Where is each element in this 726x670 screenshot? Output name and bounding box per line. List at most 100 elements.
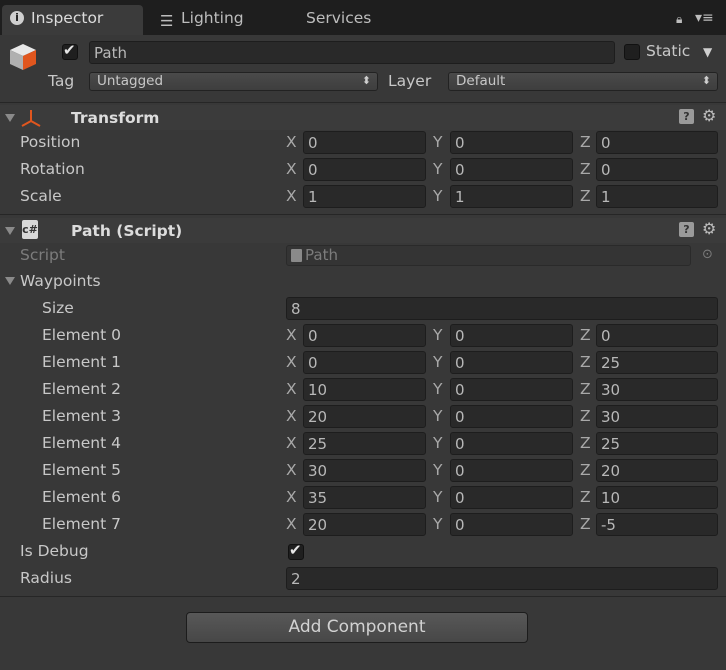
- size-field[interactable]: 8: [286, 297, 718, 320]
- element-x-field[interactable]: 30: [303, 459, 426, 482]
- axis-y-label[interactable]: Y: [433, 405, 442, 427]
- waypoints-label[interactable]: Waypoints: [20, 270, 101, 292]
- axis-x-label[interactable]: X: [286, 158, 297, 180]
- add-component-button[interactable]: Add Component: [186, 612, 528, 643]
- axis-x-label[interactable]: X: [286, 131, 297, 153]
- element-y-field[interactable]: 0: [450, 378, 573, 401]
- element-z-field[interactable]: 30: [596, 378, 718, 401]
- axis-y-label[interactable]: Y: [433, 351, 442, 373]
- checkmark-icon: ✔: [63, 41, 76, 59]
- rotation-label: Rotation: [20, 160, 85, 178]
- waypoints-foldout-arrow-icon[interactable]: [5, 277, 15, 285]
- foldout-arrow-icon[interactable]: [5, 227, 15, 235]
- element-z-field[interactable]: 25: [596, 351, 718, 374]
- element-x-field[interactable]: 35: [303, 486, 426, 509]
- axis-y-label[interactable]: Y: [433, 324, 442, 346]
- axis-y-label[interactable]: Y: [433, 131, 442, 153]
- element-z-field[interactable]: 0: [596, 324, 718, 347]
- element-z-field[interactable]: 20: [596, 459, 718, 482]
- axis-x-label[interactable]: X: [286, 351, 297, 373]
- scale-y-field[interactable]: 1: [450, 185, 573, 208]
- element-x-field[interactable]: 20: [303, 405, 426, 428]
- axis-y-label[interactable]: Y: [433, 185, 442, 207]
- lock-icon[interactable]: 🔒︎: [676, 12, 682, 27]
- axis-x-label[interactable]: X: [286, 324, 297, 346]
- element-label: Element 6: [42, 488, 121, 506]
- axis-y-label[interactable]: Y: [433, 158, 442, 180]
- object-picker-icon[interactable]: ⊙: [702, 247, 713, 262]
- axis-z-label[interactable]: Z: [580, 459, 591, 481]
- transform-header[interactable]: Transform ? ⚙: [0, 105, 726, 130]
- path-script-header[interactable]: c# Path (Script) ? ⚙: [0, 218, 726, 243]
- radius-field[interactable]: 2: [286, 567, 718, 590]
- element-y-field[interactable]: 0: [450, 351, 573, 374]
- static-dropdown-arrow-icon[interactable]: ▼: [703, 45, 712, 59]
- element-x-field[interactable]: 10: [303, 378, 426, 401]
- element-x-field[interactable]: 0: [303, 324, 426, 347]
- gear-icon[interactable]: ⚙: [702, 221, 716, 237]
- element-z-field[interactable]: 25: [596, 432, 718, 455]
- element-x-field[interactable]: 25: [303, 432, 426, 455]
- axis-y-label[interactable]: Y: [433, 378, 442, 400]
- tab-services[interactable]: Services: [295, 5, 405, 35]
- script-asset-icon: [291, 249, 302, 262]
- path-script-title: Path (Script): [71, 222, 183, 240]
- axis-z-label[interactable]: Z: [580, 405, 591, 427]
- dropdown-arrow-icon: ⬍: [701, 74, 711, 87]
- axis-z-label[interactable]: Z: [580, 378, 591, 400]
- tag-dropdown[interactable]: Untagged ⬍: [89, 72, 378, 91]
- static-checkbox[interactable]: [624, 44, 640, 60]
- rotation-z-field[interactable]: 0: [596, 158, 718, 181]
- element-label: Element 0: [42, 326, 121, 344]
- help-icon[interactable]: ?: [679, 222, 694, 237]
- axis-z-label[interactable]: Z: [580, 486, 591, 508]
- axis-z-label[interactable]: Z: [580, 185, 591, 207]
- element-y-field[interactable]: 0: [450, 432, 573, 455]
- axis-x-label[interactable]: X: [286, 513, 297, 535]
- axis-x-label[interactable]: X: [286, 486, 297, 508]
- scale-label: Scale: [20, 187, 62, 205]
- element-x-field[interactable]: 20: [303, 513, 426, 536]
- axis-x-label[interactable]: X: [286, 459, 297, 481]
- tab-lighting[interactable]: ☰ Lighting: [152, 5, 282, 35]
- axis-z-label[interactable]: Z: [580, 324, 591, 346]
- element-y-field[interactable]: 0: [450, 405, 573, 428]
- axis-z-label[interactable]: Z: [580, 432, 591, 454]
- menu-icon[interactable]: ▾≡: [695, 10, 714, 26]
- rotation-x-field[interactable]: 0: [303, 158, 426, 181]
- element-y-field[interactable]: 0: [450, 324, 573, 347]
- axis-x-label[interactable]: X: [286, 405, 297, 427]
- tab-inspector[interactable]: i Inspector: [2, 5, 143, 35]
- rotation-y-field[interactable]: 0: [450, 158, 573, 181]
- element-z-field[interactable]: 10: [596, 486, 718, 509]
- position-z-field[interactable]: 0: [596, 131, 718, 154]
- element-y-field[interactable]: 0: [450, 486, 573, 509]
- axis-z-label[interactable]: Z: [580, 158, 591, 180]
- gear-icon[interactable]: ⚙: [702, 108, 716, 124]
- axis-y-label[interactable]: Y: [433, 459, 442, 481]
- axis-y-label[interactable]: Y: [433, 432, 442, 454]
- position-label: Position: [20, 133, 81, 151]
- axis-z-label[interactable]: Z: [580, 351, 591, 373]
- axis-x-label[interactable]: X: [286, 432, 297, 454]
- element-y-field[interactable]: 0: [450, 513, 573, 536]
- axis-x-label[interactable]: X: [286, 185, 297, 207]
- axis-z-label[interactable]: Z: [580, 513, 591, 535]
- object-name-field[interactable]: Path: [89, 41, 615, 64]
- position-x-field[interactable]: 0: [303, 131, 426, 154]
- axis-z-label[interactable]: Z: [580, 131, 591, 153]
- script-field: Path: [286, 245, 691, 266]
- element-x-field[interactable]: 0: [303, 351, 426, 374]
- axis-x-label[interactable]: X: [286, 378, 297, 400]
- scale-x-field[interactable]: 1: [303, 185, 426, 208]
- axis-y-label[interactable]: Y: [433, 513, 442, 535]
- foldout-arrow-icon[interactable]: [5, 114, 15, 122]
- element-z-field[interactable]: -5: [596, 513, 718, 536]
- element-y-field[interactable]: 0: [450, 459, 573, 482]
- help-icon[interactable]: ?: [679, 109, 694, 124]
- axis-y-label[interactable]: Y: [433, 486, 442, 508]
- scale-z-field[interactable]: 1: [596, 185, 718, 208]
- position-y-field[interactable]: 0: [450, 131, 573, 154]
- layer-dropdown[interactable]: Default ⬍: [448, 72, 718, 91]
- element-z-field[interactable]: 30: [596, 405, 718, 428]
